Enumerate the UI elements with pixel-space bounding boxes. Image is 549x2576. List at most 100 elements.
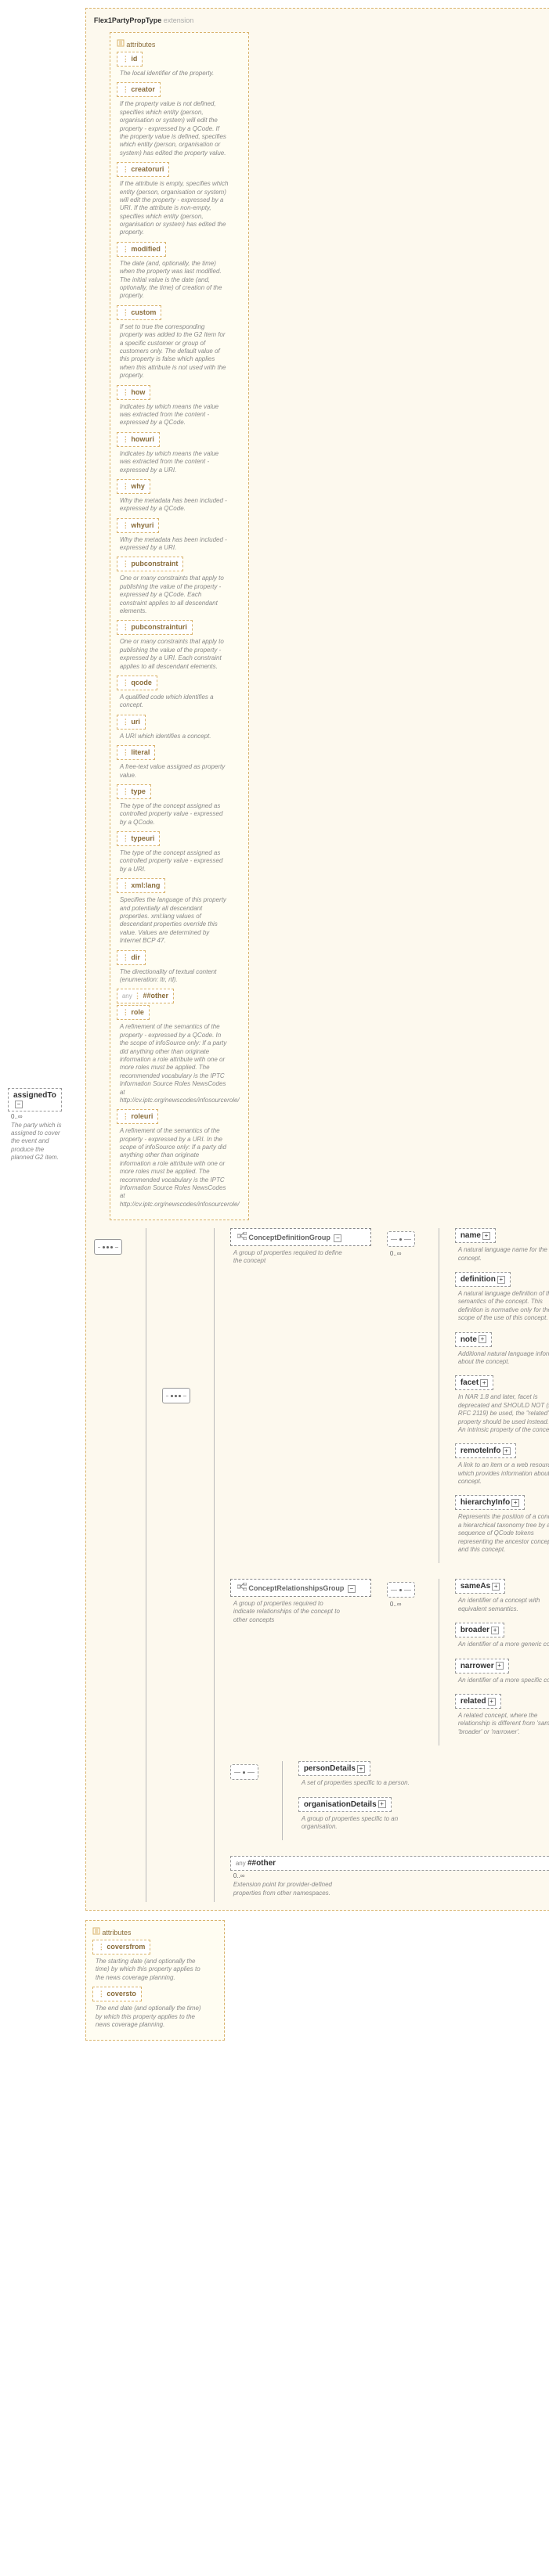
cdg-doc: A group of properties required to define… [233, 1249, 343, 1266]
element-name: remoteInfo [461, 1447, 501, 1455]
element-name: broader [461, 1626, 489, 1634]
element-narrower: narrower+ [455, 1659, 509, 1673]
element-sameAs: sameAs+ [455, 1579, 505, 1594]
cdg-card: 0..∞ [390, 1250, 415, 1257]
element-name: sameAs [461, 1582, 490, 1591]
attr-doc: If the attribute is empty, specifies whi… [120, 180, 229, 237]
element-broader: broader+ [455, 1623, 504, 1637]
expand-icon[interactable]: + [496, 1662, 504, 1670]
expand-icon[interactable]: + [357, 1765, 365, 1773]
element-doc: A natural language definition of the sem… [458, 1290, 549, 1323]
extension-base: Flex1PartyPropType [94, 16, 161, 24]
element-doc: A link to an item or a web resource whic… [458, 1461, 549, 1486]
other-card: 0..∞ [233, 1872, 549, 1879]
attribute-creatoruri: creatoruri [117, 162, 170, 177]
crg-choice-node [387, 1582, 415, 1598]
element-personDetails: personDetails+ [298, 1761, 370, 1776]
attr-doc: A refinement of the semantics of the pro… [120, 1023, 229, 1104]
attr-name: id [122, 55, 138, 63]
element-organisationDetails: organisationDetails+ [298, 1797, 392, 1812]
element-doc: A natural language name for the concept. [458, 1246, 549, 1263]
expand-icon[interactable]: + [488, 1698, 496, 1706]
sequence-node [94, 1239, 122, 1255]
group-icon [237, 1583, 247, 1591]
element-name: definition [461, 1275, 496, 1284]
element-facet: facet+ [455, 1375, 493, 1390]
root-element: assignedTo − [8, 1088, 62, 1111]
attribute-literal: literal [117, 745, 156, 760]
attr-name: typeuri [122, 834, 155, 842]
attr-name: qcode [122, 679, 152, 686]
attr-name: role [122, 1008, 144, 1016]
expand-icon[interactable]: + [492, 1583, 500, 1591]
expand-icon[interactable]: + [491, 1627, 499, 1634]
extension-title: Flex1PartyPropType extension [94, 16, 549, 24]
any-other-element: any ##other [230, 1856, 549, 1871]
element-related: related+ [455, 1694, 501, 1709]
attr-name: literal [122, 748, 150, 756]
attribute-whyuri: whyuri [117, 518, 160, 533]
element-name: name [461, 1231, 481, 1240]
other-name: ##other [247, 1859, 276, 1868]
element-doc: An identifier of a concept with equivale… [458, 1597, 549, 1613]
expand-icon[interactable]: + [497, 1276, 505, 1284]
element-doc: In NAR 1.8 and later, facet is deprecate… [458, 1393, 549, 1434]
expand-icon[interactable]: − [348, 1585, 356, 1593]
attribute-role: role [117, 1005, 150, 1020]
attribute-custom: custom [117, 305, 162, 320]
attr-doc: The starting date (and optionally the ti… [96, 1958, 205, 1982]
element-doc: A set of properties specific to a person… [302, 1779, 411, 1787]
choice-node [230, 1764, 258, 1780]
other-doc: Extension point for provider-defined pro… [233, 1881, 343, 1897]
element-name: name+ [455, 1228, 496, 1243]
crg-name: ConceptRelationshipsGroup [248, 1584, 344, 1592]
element-doc: A group of properties specific to an org… [302, 1815, 411, 1832]
attr-doc: A free-text value assigned as property v… [120, 763, 229, 780]
attr-name: dir [122, 953, 140, 961]
expand-icon[interactable]: + [511, 1499, 519, 1507]
attr-name: modified [122, 245, 161, 253]
element-doc: An identifier of a more specific concept… [458, 1677, 549, 1684]
attribute-modified: modified [117, 242, 166, 257]
attr-doc: Indicates by which means the value was e… [120, 450, 229, 474]
attr-name: type [122, 787, 146, 795]
attr-name: xml:lang [122, 881, 161, 889]
attribute-dir: dir [117, 950, 146, 965]
element-name: personDetails [304, 1764, 356, 1773]
attr-name: creatoruri [122, 165, 164, 173]
attr-doc: A qualified code which identifies a conc… [120, 694, 229, 710]
attr-doc: One or many constraints that apply to pu… [120, 638, 229, 671]
element-name: related [461, 1697, 486, 1706]
attribute-qcode: qcode [117, 676, 157, 690]
attribute-how: how [117, 385, 151, 400]
expand-icon[interactable]: + [482, 1232, 490, 1240]
collapse-icon[interactable]: − [15, 1101, 23, 1108]
attr-name: roleuri [122, 1112, 154, 1120]
inner-sequence-node [162, 1388, 190, 1403]
expand-icon[interactable]: + [480, 1379, 488, 1387]
element-name: facet [461, 1378, 479, 1387]
attr-doc: The type of the concept assigned as cont… [120, 849, 229, 874]
attr-name: creator [122, 85, 155, 93]
concept-relationships-group: ConceptRelationshipsGroup − [230, 1579, 371, 1597]
element-doc: A related concept, where the relationshi… [458, 1712, 549, 1736]
attribute-type: type [117, 784, 151, 799]
attr-name: pubconstraint [122, 560, 179, 567]
attr-doc: Indicates by which means the value was e… [120, 403, 229, 427]
root-doc: The party which is assigned to cover the… [11, 1122, 62, 1162]
attr-doc: The end date (and optionally the time) b… [96, 2005, 205, 2029]
expand-icon[interactable]: + [378, 1800, 386, 1808]
expand-icon[interactable]: − [334, 1234, 341, 1242]
root-name: assignedTo [13, 1091, 56, 1100]
attribute---other: any ##other [117, 989, 174, 1003]
attribute-uri: uri [117, 715, 146, 730]
extension-kw: extension [164, 16, 194, 24]
expand-icon[interactable]: + [503, 1447, 511, 1455]
element-doc: An identifier of a more generic concept. [458, 1641, 549, 1648]
element-doc: Additional natural language information … [458, 1350, 549, 1367]
attr-name: custom [122, 308, 157, 316]
element-name: hierarchyInfo [461, 1498, 510, 1507]
element-definition: definition+ [455, 1272, 511, 1287]
attribute-creator: creator [117, 82, 161, 97]
expand-icon[interactable]: + [479, 1335, 486, 1343]
